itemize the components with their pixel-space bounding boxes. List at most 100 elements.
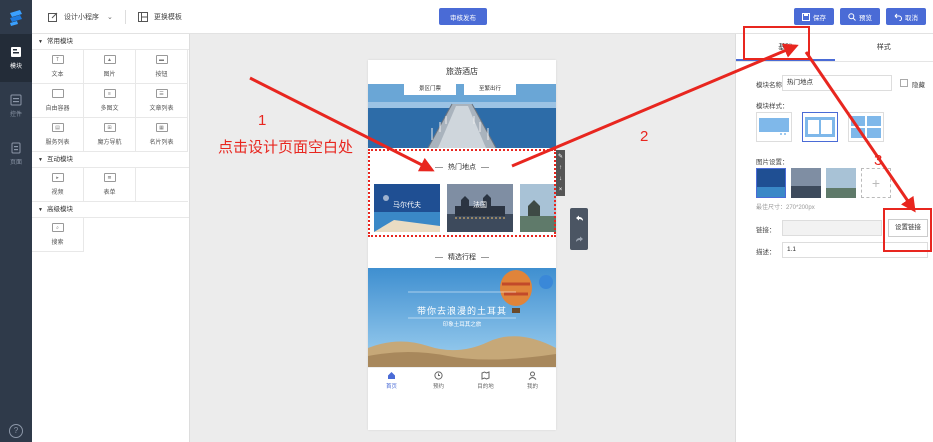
search-icon xyxy=(848,12,856,21)
tab-booking[interactable]: 预约 xyxy=(415,368,462,393)
tab-label: 首页 xyxy=(385,384,397,390)
style-option-banner[interactable] xyxy=(756,112,792,142)
component-cube-nav[interactable]: ⊞ 魔方导航 xyxy=(84,118,136,152)
triangle-down-icon: ▼ xyxy=(38,39,43,45)
design-dropdown[interactable]: 设计小程序 xyxy=(64,12,99,22)
preview-label: 预览 xyxy=(859,14,872,22)
itinerary-title-text: 精选行程 xyxy=(448,254,476,261)
style-option-cards[interactable] xyxy=(802,112,838,142)
component-search[interactable]: ⌕ 搜索 xyxy=(32,218,84,252)
component-label: 搜索 xyxy=(51,240,64,246)
logo-icon xyxy=(10,10,22,26)
image-settings-label: 图片设置： xyxy=(756,159,789,166)
pill-ticket[interactable]: 景区门票 xyxy=(404,84,456,95)
arrow-down-icon[interactable]: ↓ xyxy=(559,176,562,182)
component-image[interactable]: ▲ 图片 xyxy=(84,50,136,84)
component-form[interactable]: ≣ 表单 xyxy=(84,168,136,202)
bottom-tab-bar: 首页 预约 目的地 我的 xyxy=(368,367,556,393)
rail-item-label: 模块 xyxy=(9,64,22,70)
component-label: 表单 xyxy=(103,190,116,196)
component-service-list[interactable]: ▤ 服务列表 xyxy=(32,118,84,152)
save-icon xyxy=(802,12,810,21)
component-label: 文章列表 xyxy=(149,106,174,112)
edit-icon[interactable]: ✎ xyxy=(558,153,563,160)
history-controls xyxy=(570,208,588,250)
link-label: 链接： xyxy=(756,227,776,234)
publish-button[interactable]: 审核发布 xyxy=(439,8,487,25)
thumb-image xyxy=(757,169,785,197)
thumb-3[interactable] xyxy=(826,168,856,198)
module-name-input[interactable]: 热门地点 xyxy=(782,75,892,91)
hide-checkbox[interactable] xyxy=(900,79,908,87)
home-icon xyxy=(388,372,395,379)
thumb-1[interactable] xyxy=(756,168,786,198)
change-template-button[interactable]: 更换模板 xyxy=(154,12,182,22)
add-image-button[interactable]: + xyxy=(861,168,891,198)
tab-label: 我的 xyxy=(526,384,538,390)
component-label: 自由容器 xyxy=(45,106,70,112)
undo-icon xyxy=(894,13,902,21)
preview-button[interactable]: 预览 xyxy=(840,8,880,25)
design-canvas[interactable]: 旅游酒店 景区门票 至繁出行 热门地点 马尔代夫 法国 ✎ ↑ ↓ × 精选行程… xyxy=(190,34,735,442)
banner-headline: 带你去浪漫的土耳其 xyxy=(416,306,507,316)
arrow-up-icon[interactable]: ↑ xyxy=(559,165,562,171)
triangle-down-icon: ▼ xyxy=(38,207,43,213)
component-grid: ▸ 视频 ≣ 表单 xyxy=(32,168,189,202)
component-text[interactable]: T 文本 xyxy=(32,50,84,84)
close-icon[interactable]: × xyxy=(559,187,563,193)
phone-preview[interactable]: 旅游酒店 景区门票 至繁出行 热门地点 马尔代夫 法国 ✎ ↑ ↓ × 精选行程… xyxy=(368,60,565,430)
section-common[interactable]: ▼ 常用模块 xyxy=(32,34,189,50)
chevron-down-icon[interactable]: ⌄ xyxy=(107,13,113,21)
tab-label: 预约 xyxy=(432,384,444,390)
rail-item-widget[interactable]: 控件 xyxy=(0,82,32,130)
thumb-2[interactable] xyxy=(791,168,821,198)
component-multi-article[interactable]: ≡ 多图文 xyxy=(84,84,136,118)
rail-item-module[interactable]: 模块 xyxy=(0,34,32,82)
save-button[interactable]: 保存 xyxy=(794,8,834,25)
tab-mine[interactable]: 我的 xyxy=(509,368,556,393)
widget-icon xyxy=(10,94,22,106)
pill-travel[interactable]: 至繁出行 xyxy=(464,84,516,95)
component-label: 文本 xyxy=(51,72,64,78)
style-banner-icon xyxy=(759,118,789,135)
tab-style[interactable]: 样式 xyxy=(835,34,933,61)
empty-cell xyxy=(136,168,188,202)
redo-icon[interactable] xyxy=(575,235,584,244)
component-label: 按钮 xyxy=(155,72,168,78)
module-toolbar: ✎ ↑ ↓ × xyxy=(556,150,565,196)
tab-home[interactable]: 首页 xyxy=(368,368,415,393)
component-label: 多图文 xyxy=(100,106,119,112)
tab-destination[interactable]: 目的地 xyxy=(462,368,509,393)
component-video[interactable]: ▸ 视频 xyxy=(32,168,84,202)
publish-label: 审核发布 xyxy=(450,14,476,22)
help-icon[interactable]: ? xyxy=(9,424,23,438)
component-card-list[interactable]: ▦ 名片列表 xyxy=(136,118,188,152)
component-button[interactable]: ▬ 按钮 xyxy=(136,50,188,84)
section-interactive[interactable]: ▼ 互动模块 xyxy=(32,152,189,168)
style-option-grid[interactable] xyxy=(848,112,884,142)
text-icon: T xyxy=(51,55,64,64)
section-advanced[interactable]: ▼ 高级模块 xyxy=(32,202,189,218)
style-grid-icon xyxy=(851,116,881,138)
link-input[interactable] xyxy=(782,220,882,236)
article-list-icon: ☰ xyxy=(155,89,168,98)
component-label: 视频 xyxy=(51,190,64,196)
cancel-button[interactable]: 取消 xyxy=(886,8,926,25)
undo-icon[interactable] xyxy=(575,214,584,223)
rail-item-label: 控件 xyxy=(9,112,22,118)
component-label: 服务列表 xyxy=(45,140,70,146)
multi-article-icon: ≡ xyxy=(103,89,116,98)
itinerary-module[interactable]: 精选行程 xyxy=(368,244,556,268)
component-article-list[interactable]: ☰ 文章列表 xyxy=(136,84,188,118)
itinerary-banner[interactable]: 带你去浪漫的土耳其 印象土耳其之旅 xyxy=(368,268,556,367)
annotation-step-3: 3 xyxy=(874,152,883,169)
section-title: 高级模块 xyxy=(46,206,73,213)
hero-banner[interactable]: 景区门票 至繁出行 xyxy=(368,84,556,148)
components-panel: ▼ 常用模块 T 文本 ▲ 图片 ▬ 按钮 自由容器 ≡ 多图文 ☰ 文章列表 ▤ 服务列表 … xyxy=(32,34,190,442)
video-icon: ▸ xyxy=(51,173,64,182)
image-icon: ▲ xyxy=(103,55,116,64)
rail-item-page[interactable]: 页面 xyxy=(0,130,32,178)
annotation-step-1: 1 xyxy=(258,112,267,129)
component-label: 图片 xyxy=(103,72,116,78)
component-free-container[interactable]: 自由容器 xyxy=(32,84,84,118)
